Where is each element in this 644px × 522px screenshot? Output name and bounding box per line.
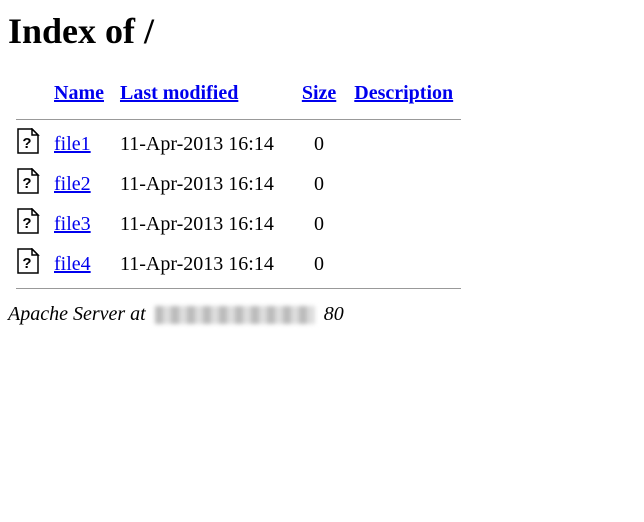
file-size-cell: 0 <box>282 244 346 284</box>
header-icon-spacer <box>16 72 46 115</box>
table-row: ? file4 11-Apr-2013 16:14 0 <box>16 244 461 284</box>
file-icon-cell: ? <box>16 204 46 244</box>
svg-text:?: ? <box>22 135 31 152</box>
file-size-cell: 0 <box>282 204 346 244</box>
file-link[interactable]: file4 <box>54 253 91 275</box>
file-modified-cell: 11-Apr-2013 16:14 <box>112 244 282 284</box>
page-title: Index of / <box>8 10 636 52</box>
header-description: Description <box>346 72 461 115</box>
file-name-cell: file1 <box>46 124 112 164</box>
file-link[interactable]: file3 <box>54 213 91 235</box>
header-name: Name <box>46 72 112 115</box>
file-description-cell <box>346 124 461 164</box>
directory-listing-table: Name Last modified Size Description ? fi… <box>16 72 461 293</box>
header-divider <box>16 119 461 120</box>
unknown-file-icon: ? <box>16 168 40 200</box>
svg-text:?: ? <box>22 255 31 272</box>
file-link[interactable]: file2 <box>54 173 91 195</box>
sort-modified-link[interactable]: Last modified <box>120 82 238 104</box>
sort-size-link[interactable]: Size <box>302 82 336 104</box>
file-name-cell: file4 <box>46 244 112 284</box>
sort-description-link[interactable]: Description <box>354 82 453 104</box>
table-row: ? file1 11-Apr-2013 16:14 0 <box>16 124 461 164</box>
file-modified-cell: 11-Apr-2013 16:14 <box>112 204 282 244</box>
unknown-file-icon: ? <box>16 128 40 160</box>
header-modified: Last modified <box>112 72 282 115</box>
file-description-cell <box>346 164 461 204</box>
file-name-cell: file3 <box>46 204 112 244</box>
file-description-cell <box>346 244 461 284</box>
footer-suffix: 80 <box>324 303 344 325</box>
header-size: Size <box>282 72 346 115</box>
file-icon-cell: ? <box>16 124 46 164</box>
file-modified-cell: 11-Apr-2013 16:14 <box>112 164 282 204</box>
sort-name-link[interactable]: Name <box>54 82 104 104</box>
footer-divider <box>16 288 461 289</box>
file-name-cell: file2 <box>46 164 112 204</box>
svg-text:?: ? <box>22 175 31 192</box>
file-description-cell <box>346 204 461 244</box>
svg-text:?: ? <box>22 215 31 232</box>
file-link[interactable]: file1 <box>54 133 91 155</box>
table-row: ? file3 11-Apr-2013 16:14 0 <box>16 204 461 244</box>
server-footer: Apache Server at 80 <box>8 303 636 326</box>
unknown-file-icon: ? <box>16 248 40 280</box>
file-size-cell: 0 <box>282 164 346 204</box>
table-row: ? file2 11-Apr-2013 16:14 0 <box>16 164 461 204</box>
file-icon-cell: ? <box>16 164 46 204</box>
unknown-file-icon: ? <box>16 208 40 240</box>
file-size-cell: 0 <box>282 124 346 164</box>
footer-hostname-redacted <box>155 306 315 324</box>
file-icon-cell: ? <box>16 244 46 284</box>
footer-prefix: Apache Server at <box>8 303 146 325</box>
file-modified-cell: 11-Apr-2013 16:14 <box>112 124 282 164</box>
